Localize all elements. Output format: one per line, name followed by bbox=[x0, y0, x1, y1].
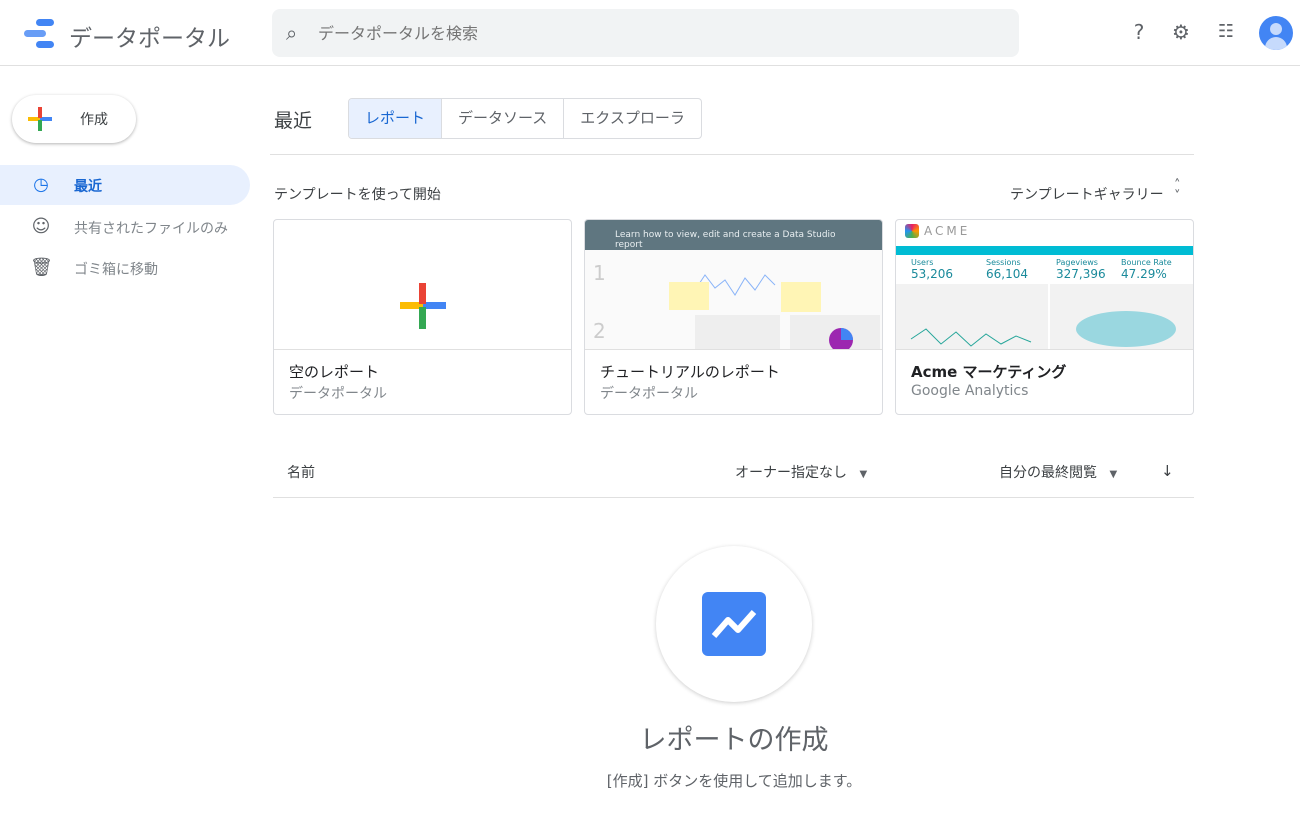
search-input[interactable] bbox=[318, 9, 998, 57]
expand-collapse-icon[interactable]: ˄ ˅ bbox=[1174, 179, 1181, 203]
report-chart-icon bbox=[702, 592, 766, 656]
svg-text:1: 1 bbox=[593, 261, 606, 285]
dropdown-arrow-icon: ▼ bbox=[1109, 469, 1118, 480]
tab-explorer[interactable]: エクスプローラ bbox=[563, 99, 701, 138]
help-icon[interactable]: ? bbox=[1127, 20, 1151, 44]
column-header-name[interactable]: 名前 bbox=[287, 462, 315, 482]
divider bbox=[270, 154, 1194, 155]
data-studio-logo-icon bbox=[24, 18, 56, 50]
tab-bar: レポート データソース エクスプローラ bbox=[348, 98, 702, 139]
thumbnail-stat: Sessions 66,104 bbox=[986, 258, 1028, 281]
sidebar-item-recent[interactable]: ◷ 最近 bbox=[0, 165, 250, 205]
thumbnail-chart: 12 bbox=[593, 261, 880, 349]
empty-state-illustration bbox=[656, 546, 812, 702]
trash-icon: 🗑 bbox=[30, 257, 53, 278]
tab-data-sources[interactable]: データソース bbox=[441, 99, 563, 138]
svg-text:2: 2 bbox=[593, 319, 606, 343]
app-title: データポータル bbox=[69, 26, 230, 52]
plus-icon bbox=[400, 283, 446, 329]
templates-heading: テンプレートを使って開始 bbox=[274, 187, 441, 203]
empty-state-title: レポートの作成 bbox=[639, 725, 829, 756]
template-name: 空のレポート bbox=[289, 363, 380, 381]
owner-filter-label: オーナー指定なし bbox=[735, 465, 847, 481]
sidebar-item-trash[interactable]: 🗑 ゴミ箱に移動 bbox=[0, 248, 250, 288]
template-card-tutorial[interactable]: Learn how to view, edit and create a Dat… bbox=[584, 219, 883, 415]
template-thumbnail: Learn how to view, edit and create a Dat… bbox=[585, 220, 882, 350]
search-icon: ⌕ bbox=[286, 21, 298, 45]
template-gallery-button[interactable]: テンプレートギャラリー bbox=[1010, 184, 1164, 204]
template-thumbnail bbox=[274, 220, 571, 350]
tab-reports[interactable]: レポート bbox=[349, 99, 442, 138]
search-bar[interactable]: ⌕ bbox=[272, 9, 1019, 57]
gear-icon[interactable]: ⚙ bbox=[1169, 20, 1193, 44]
sidebar-item-label: 最近 bbox=[74, 179, 102, 195]
sort-label: 自分の最終閲覧 bbox=[999, 465, 1097, 481]
template-card-acme[interactable]: ACME Users 53,206 Sessions 66,104 Pageview… bbox=[895, 219, 1194, 415]
empty-state-subtitle: [作成] ボタンを使用して追加します。 bbox=[606, 772, 862, 790]
thumbnail-stat: Users 53,206 bbox=[911, 258, 953, 281]
template-name: チュートリアルのレポート bbox=[600, 363, 780, 381]
avatar[interactable] bbox=[1259, 16, 1293, 50]
template-source: データポータル bbox=[289, 386, 387, 402]
people-icon: ☺ bbox=[31, 216, 51, 237]
dropdown-arrow-icon: ▼ bbox=[859, 469, 868, 480]
template-source: Google Analytics bbox=[911, 383, 1029, 399]
template-thumbnail: ACME Users 53,206 Sessions 66,104 Pageview… bbox=[896, 220, 1193, 350]
acme-logo-text: ACME bbox=[924, 224, 971, 238]
template-name: Acme マーケティング bbox=[911, 363, 1067, 381]
sort-direction-icon[interactable]: ↓ bbox=[1161, 462, 1174, 480]
owner-filter-dropdown[interactable]: オーナー指定なし ▼ bbox=[735, 462, 867, 482]
sidebar-item-label: 共有されたファイルのみ bbox=[74, 221, 228, 237]
divider bbox=[273, 497, 1194, 498]
top-bar: データポータル ⌕ ? ⚙ ☷ bbox=[0, 0, 1300, 66]
acme-logo-icon bbox=[905, 224, 919, 238]
sidebar-item-label: ゴミ箱に移動 bbox=[74, 262, 158, 278]
thumbnail-chart bbox=[910, 311, 1176, 347]
sidebar-item-shared[interactable]: ☺ 共有されたファイルのみ bbox=[0, 207, 250, 247]
create-label: 作成 bbox=[80, 112, 108, 128]
page-title: 最近 bbox=[274, 110, 313, 132]
create-button[interactable]: 作成 bbox=[12, 95, 136, 143]
clock-icon: ◷ bbox=[33, 174, 49, 195]
thumbnail-stat: Pageviews 327,396 bbox=[1056, 258, 1106, 281]
plus-icon bbox=[28, 107, 52, 131]
thumbnail-header-bar bbox=[896, 246, 1193, 255]
thumbnail-title: Learn how to view, edit and create a Dat… bbox=[585, 220, 882, 250]
sort-dropdown[interactable]: 自分の最終閲覧 ▼ bbox=[999, 462, 1117, 482]
thumbnail-stat: Bounce Rate 47.29% bbox=[1121, 258, 1172, 281]
template-source: データポータル bbox=[600, 386, 698, 402]
apps-grid-icon[interactable]: ☷ bbox=[1214, 20, 1238, 44]
template-card-blank[interactable]: 空のレポート データポータル bbox=[273, 219, 572, 415]
